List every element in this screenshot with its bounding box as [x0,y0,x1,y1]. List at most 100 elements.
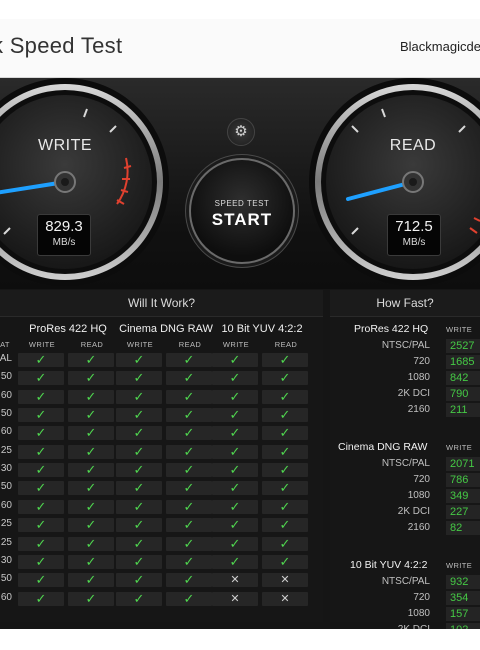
speed-test-start-button[interactable]: SPEED TEST START [189,158,295,264]
will-it-work-panel: Will It Work? AT ProRes 422 HQ WRITE REA… [0,290,323,622]
check-icon: ✓ [116,500,162,514]
check-icon: ✓ [68,592,114,606]
check-icon: ✓ [166,537,212,551]
check-icon: ✓ [166,445,212,459]
resolution-label: 2160 [407,522,430,533]
write-speed-value: 829.3 [45,218,83,235]
write-speed-readout: 829.3 MB/s [37,214,91,256]
fps-value: 157 [446,607,480,621]
check-icon: ✓ [262,390,308,404]
resolution-label: 720 [413,474,430,485]
check-icon: ✓ [18,426,64,440]
check-icon: ✓ [262,408,308,422]
format-column-header: AT [0,340,10,349]
fps-value: 932 [446,575,480,589]
check-icon: ✓ [116,555,162,569]
check-icon: ✓ [212,555,258,569]
check-icon: ✓ [166,353,212,367]
fps-value: 842 [446,371,480,385]
check-icon: ✓ [262,555,308,569]
check-icon: ✓ [68,445,114,459]
fps-value: 2527 [446,339,480,353]
format-row-label: 25 [0,537,12,548]
resolution-label: NTSC/PAL [381,340,430,351]
format-row-label: 25 [0,518,12,529]
prores-read-header: READ [80,340,104,349]
check-icon: ✓ [166,518,212,532]
how-fast-section-header: 10 Bit YUV 4:2:2 [350,559,428,571]
check-icon: ✓ [116,408,162,422]
check-icon: ✓ [18,500,64,514]
check-icon: ✓ [166,408,212,422]
check-icon: ✓ [262,371,308,385]
check-icon: ✓ [116,518,162,532]
write-gauge-label: WRITE [37,137,93,154]
brand-logo: Blackmagicdesi [400,39,480,54]
gauge-area: WRITE 829.3 MB/s READ 712.5 MB/s ⚙ SPEED… [0,78,480,289]
format-row-label: AL [0,353,12,364]
settings-gear-icon[interactable]: ⚙ [227,118,255,146]
cross-icon: ✕ [212,592,258,606]
resolution-label: 2K DCI [354,624,430,629]
group-header-10bit-yuv: 10 Bit YUV 4:2:2 [221,323,303,335]
format-row-label: 60 [0,390,12,401]
check-icon: ✓ [68,555,114,569]
resolution-label: 720 [413,356,430,367]
format-row-label: 30 [0,463,12,474]
how-fast-write-header: WRITE [446,443,473,452]
check-icon: ✓ [166,500,212,514]
yuv-read-header: READ [274,340,298,349]
fps-value: 82 [446,521,480,535]
check-icon: ✓ [166,555,212,569]
write-speed-unit: MB/s [52,237,76,248]
check-icon: ✓ [18,353,64,367]
cinema-dng-write-header: WRITE [126,340,154,349]
cross-icon: ✕ [262,592,308,606]
resolution-label: 1080 [407,490,430,501]
check-icon: ✓ [18,518,64,532]
check-icon: ✓ [18,390,64,404]
check-icon: ✓ [116,371,162,385]
read-speed-unit: MB/s [402,237,426,248]
format-row-label: 50 [0,408,12,419]
check-icon: ✓ [262,481,308,495]
fps-value: 790 [446,387,480,401]
check-icon: ✓ [262,537,308,551]
start-button-caption: SPEED TEST [214,199,270,208]
check-icon: ✓ [18,463,64,477]
check-icon: ✓ [116,537,162,551]
resolution-label: NTSC/PAL [381,458,430,469]
fps-value: 786 [446,473,480,487]
title-bar: k Speed Test Blackmagicdesi [0,19,480,78]
check-icon: ✓ [166,371,212,385]
how-fast-section-header: ProRes 422 HQ [354,323,429,335]
fps-value: 1685 [446,355,480,369]
resolution-label: 1080 [407,372,430,383]
read-gauge-label: READ [389,137,437,154]
resolution-label: 1080 [407,608,430,619]
cross-icon: ✕ [212,573,258,587]
how-fast-section-header: Cinema DNG RAW [338,441,428,453]
fps-value: 354 [446,591,480,605]
check-icon: ✓ [68,426,114,440]
check-icon: ✓ [262,445,308,459]
check-icon: ✓ [116,426,162,440]
check-icon: ✓ [68,353,114,367]
yuv-write-header: WRITE [222,340,250,349]
check-icon: ✓ [18,408,64,422]
fps-value: 349 [446,489,480,503]
check-icon: ✓ [18,592,64,606]
check-icon: ✓ [262,353,308,367]
resolution-label: 2K DCI [397,506,430,517]
format-row-label: 60 [0,426,12,437]
check-icon: ✓ [262,463,308,477]
how-fast-panel: How Fast? ProRes 422 HQ WRITE NTSC/PAL 2527… [330,290,480,629]
check-icon: ✓ [166,426,212,440]
how-fast-title: How Fast? [330,290,480,317]
check-icon: ✓ [116,573,162,587]
will-it-work-title: Will It Work? [0,290,323,317]
check-icon: ✓ [212,353,258,367]
resolution-label: 2160 [407,404,430,415]
check-icon: ✓ [68,481,114,495]
check-icon: ✓ [212,481,258,495]
